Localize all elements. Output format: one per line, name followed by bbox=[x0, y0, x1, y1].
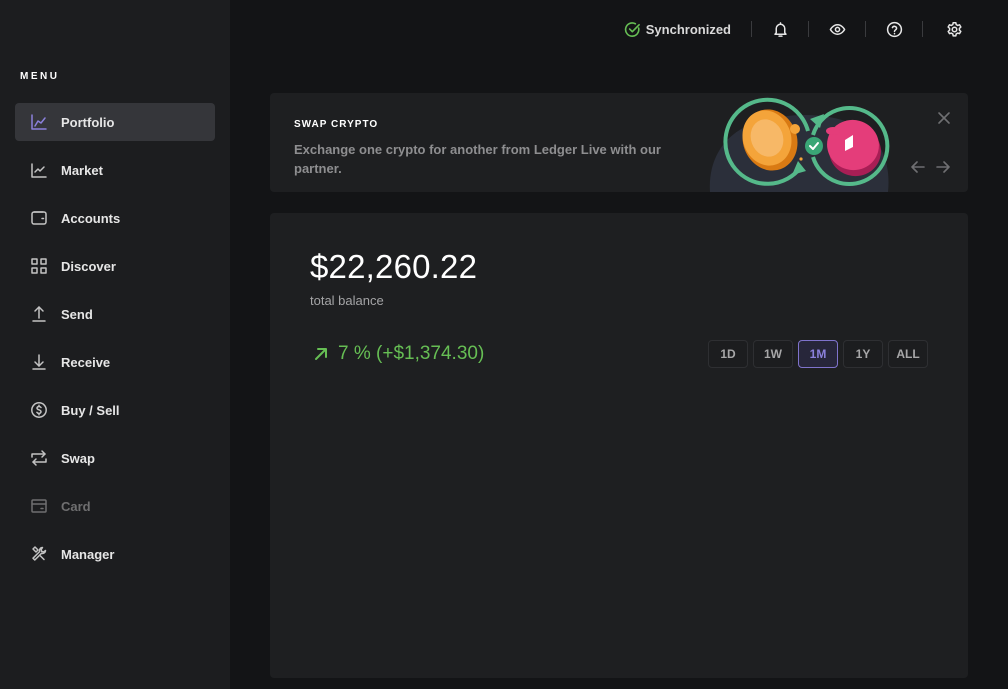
eye-icon bbox=[829, 23, 845, 35]
help-button[interactable] bbox=[866, 16, 922, 42]
sidebar-item-discover[interactable]: Discover bbox=[15, 247, 215, 285]
sidebar-item-card[interactable]: Card bbox=[15, 487, 215, 525]
sidebar-item-send[interactable]: Send bbox=[15, 295, 215, 333]
menu-title: MENU bbox=[20, 71, 60, 82]
close-icon bbox=[938, 112, 950, 124]
notifications-button[interactable] bbox=[752, 16, 808, 42]
sidebar: MENU Portfolio Market Accounts Discover … bbox=[0, 0, 230, 689]
swap-arrows-icon bbox=[30, 449, 48, 467]
wallet-icon bbox=[30, 209, 48, 227]
banner-title: SWAP CRYPTO bbox=[294, 119, 379, 130]
arrow-left-icon bbox=[911, 161, 925, 173]
balance-change-value: 7 % (+$1,374.30) bbox=[338, 343, 485, 364]
range-1m-button[interactable]: 1M bbox=[798, 340, 838, 368]
sidebar-item-manager[interactable]: Manager bbox=[15, 535, 215, 573]
range-1d-button[interactable]: 1D bbox=[708, 340, 748, 368]
grid-icon bbox=[30, 257, 48, 275]
time-range-selector: 1D 1W 1M 1Y ALL bbox=[708, 340, 933, 368]
check-circle-icon bbox=[624, 21, 640, 37]
sidebar-item-label: Swap bbox=[61, 450, 95, 466]
sidebar-item-label: Receive bbox=[61, 354, 111, 370]
arrow-right-icon bbox=[936, 161, 950, 173]
help-icon bbox=[886, 21, 902, 37]
range-all-button[interactable]: ALL bbox=[888, 340, 928, 368]
banner-next-button[interactable] bbox=[936, 160, 950, 174]
banner-previous-button[interactable] bbox=[911, 160, 925, 174]
sidebar-item-receive[interactable]: Receive bbox=[15, 343, 215, 381]
dollar-circle-icon bbox=[30, 401, 48, 419]
sync-label: Synchronized bbox=[645, 21, 731, 37]
swap-coins-illustration bbox=[709, 97, 890, 192]
close-banner-button[interactable] bbox=[936, 110, 952, 126]
swap-crypto-banner[interactable]: SWAP CRYPTO Exchange one crypto for anot… bbox=[270, 93, 968, 192]
sync-status[interactable]: Synchronized bbox=[624, 21, 731, 38]
top-bar: Synchronized bbox=[624, 16, 963, 42]
discreet-mode-button[interactable] bbox=[809, 16, 865, 42]
sidebar-item-accounts[interactable]: Accounts bbox=[15, 199, 215, 237]
bell-icon bbox=[773, 21, 787, 37]
sidebar-item-label: Discover bbox=[61, 258, 116, 274]
ledger-live-app: MENU Portfolio Market Accounts Discover … bbox=[0, 0, 1008, 689]
arrow-down-icon bbox=[30, 353, 48, 371]
card-icon bbox=[30, 497, 48, 515]
sidebar-item-label: Card bbox=[61, 498, 91, 514]
portfolio-balance-card: $22,260.22 total balance 7 % (+$1,374.30… bbox=[270, 213, 968, 678]
total-balance-value: $22,260.22 bbox=[310, 248, 478, 285]
sidebar-item-label: Buy / Sell bbox=[61, 402, 120, 418]
sidebar-item-swap[interactable]: Swap bbox=[15, 439, 215, 477]
sidebar-item-portfolio[interactable]: Portfolio bbox=[15, 103, 215, 141]
balance-change: 7 % (+$1,374.30) bbox=[314, 343, 484, 365]
banner-description: Exchange one crypto for another from Led… bbox=[294, 142, 661, 176]
sidebar-item-label: Portfolio bbox=[61, 114, 115, 130]
chart-line-icon bbox=[30, 113, 48, 131]
sidebar-item-label: Manager bbox=[61, 546, 115, 562]
settings-button[interactable] bbox=[923, 16, 963, 42]
sidebar-item-label: Market bbox=[61, 162, 103, 178]
total-balance-label: total balance bbox=[310, 293, 384, 308]
range-1y-button[interactable]: 1Y bbox=[843, 340, 883, 368]
sidebar-item-market[interactable]: Market bbox=[15, 151, 215, 189]
market-chart-icon bbox=[30, 161, 48, 179]
sidebar-item-label: Send bbox=[61, 306, 93, 322]
settings-icon bbox=[947, 21, 962, 37]
sidebar-item-label: Accounts bbox=[61, 210, 121, 226]
sidebar-nav: Portfolio Market Accounts Discover Send … bbox=[15, 103, 215, 583]
tools-icon bbox=[30, 545, 48, 563]
range-1w-button[interactable]: 1W bbox=[753, 340, 793, 368]
arrow-up-icon bbox=[30, 305, 48, 323]
arrow-up-right-icon bbox=[315, 348, 327, 360]
sidebar-item-buy-sell[interactable]: Buy / Sell bbox=[15, 391, 215, 429]
